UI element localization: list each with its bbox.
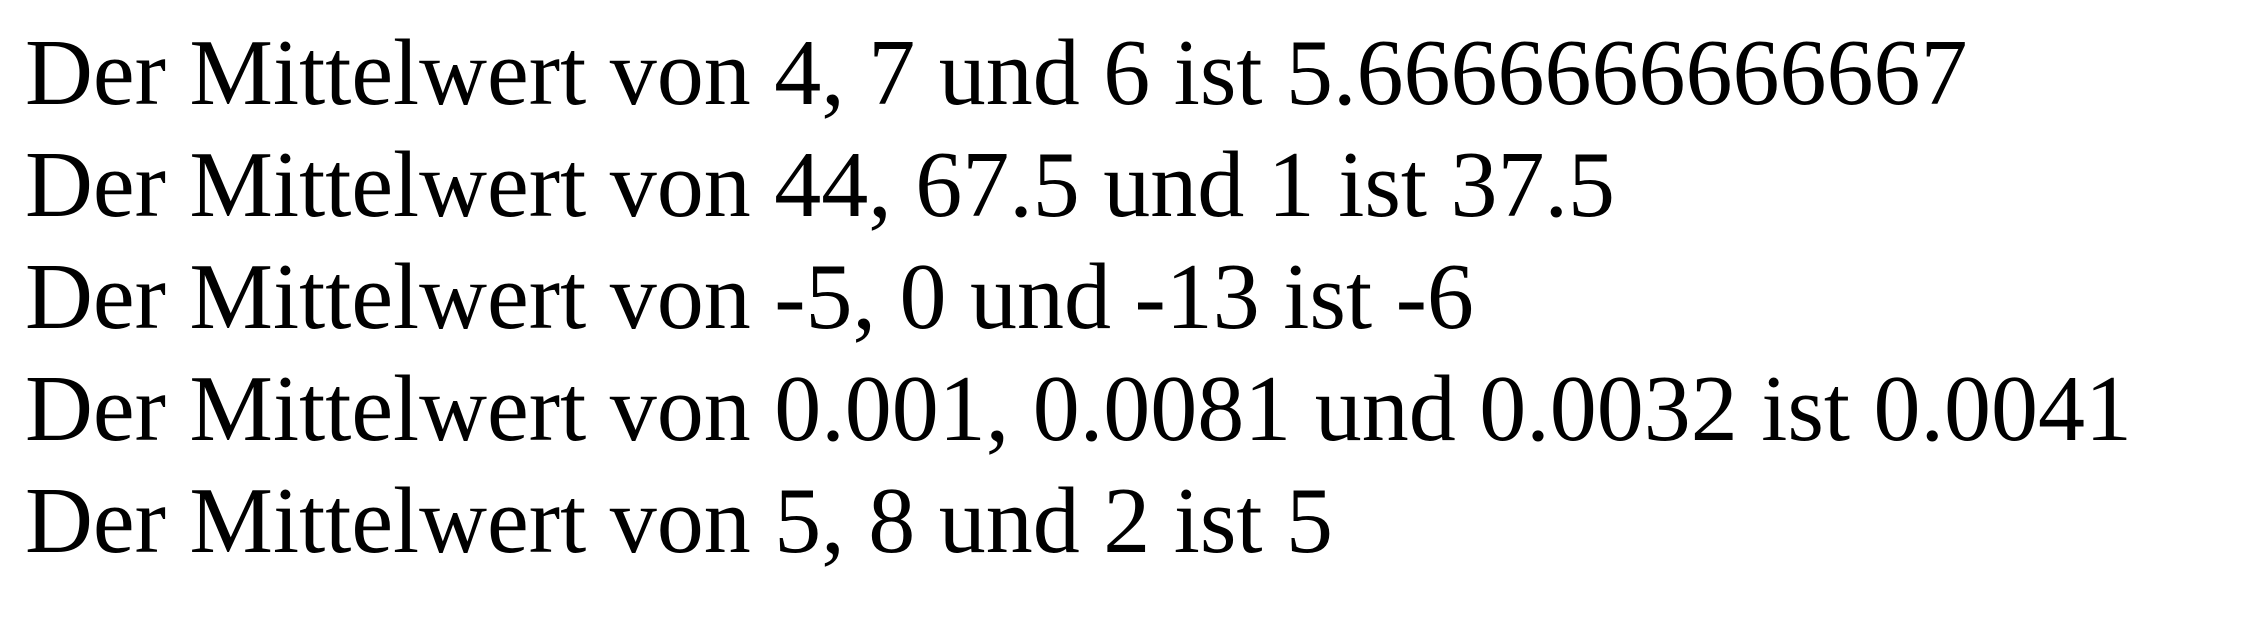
output-line-4: Der Mittelwert von 0.001, 0.0081 und 0.0…: [25, 357, 2133, 461]
output-line-1: Der Mittelwert von 4, 7 und 6 ist 5.6666…: [25, 21, 1968, 125]
output-text-block: Der Mittelwert von 4, 7 und 6 ist 5.6666…: [25, 17, 2132, 577]
output-line-3: Der Mittelwert von -5, 0 und -13 ist -6: [25, 245, 1474, 349]
output-line-5: Der Mittelwert von 5, 8 und 2 ist 5: [25, 469, 1334, 573]
output-line-2: Der Mittelwert von 44, 67.5 und 1 ist 37…: [25, 133, 1616, 237]
